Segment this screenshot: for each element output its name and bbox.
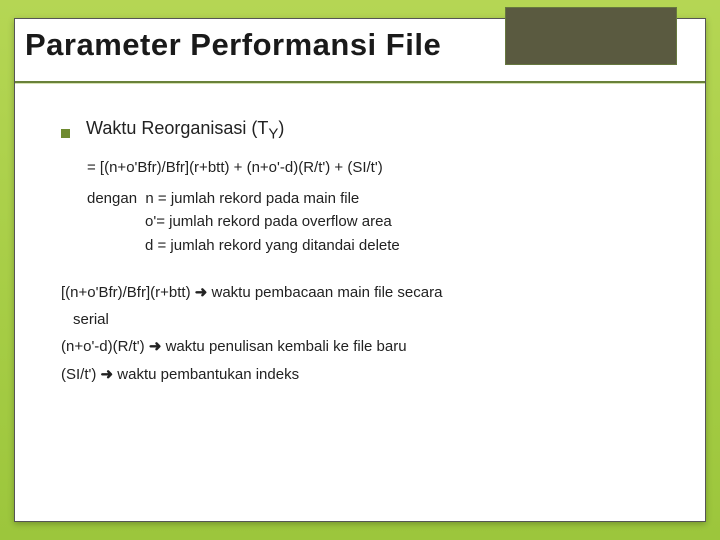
def-n: n = jumlah rekord pada main file	[145, 190, 359, 207]
heading-prefix: Waktu Reorganisasi (T	[86, 118, 268, 138]
explain1-rhs-b: serial	[73, 308, 675, 331]
def-o: o'= jumlah rekord pada overflow area	[145, 210, 675, 233]
explain3-lhs: (SI/t')	[61, 366, 96, 383]
slide-title: Parameter Performansi File	[25, 27, 441, 63]
explain-row-3: (SI/t') ➜ waktu pembantukan indeks	[61, 363, 675, 386]
section-heading: Waktu Reorganisasi (TY)	[86, 115, 284, 146]
formula-line: = [(n+o'Bfr)/Bfr](r+btt) + (n+o'-d)(R/t'…	[87, 156, 675, 179]
explain1-lhs: [(n+o'Bfr)/Bfr](r+btt)	[61, 284, 191, 301]
arrow-icon: ➜	[101, 366, 114, 383]
slide-content: Waktu Reorganisasi (TY) = [(n+o'Bfr)/Bfr…	[61, 115, 675, 390]
slide-card: Parameter Performansi File Waktu Reorgan…	[14, 18, 706, 522]
arrow-icon: ➜	[195, 284, 208, 301]
definitions: dengan n = jumlah rekord pada main file …	[87, 187, 675, 257]
arrow-icon: ➜	[149, 338, 162, 355]
heading-subscript: Y	[268, 126, 278, 143]
heading-suffix: )	[278, 118, 284, 138]
explanations: [(n+o'Bfr)/Bfr](r+btt) ➜ waktu pembacaan…	[61, 281, 675, 386]
explain-row-2: (n+o'-d)(R/t') ➜ waktu penulisan kembali…	[61, 335, 675, 358]
title-underline	[15, 81, 705, 84]
def-d: d = jumlah rekord yang ditandai delete	[145, 234, 675, 257]
bullet-square-icon	[61, 129, 70, 138]
explain1-rhs-a: waktu pembacaan main file secara	[211, 284, 442, 301]
decorative-corner-box	[505, 7, 677, 65]
explain3-rhs: waktu pembantukan indeks	[117, 366, 299, 383]
explain-row-1: [(n+o'Bfr)/Bfr](r+btt) ➜ waktu pembacaan…	[61, 281, 675, 304]
explain2-rhs: waktu penulisan kembali ke file baru	[166, 338, 407, 355]
explain2-lhs: (n+o'-d)(R/t')	[61, 338, 145, 355]
bullet-item: Waktu Reorganisasi (TY)	[61, 115, 675, 146]
defs-label: dengan	[87, 190, 137, 207]
